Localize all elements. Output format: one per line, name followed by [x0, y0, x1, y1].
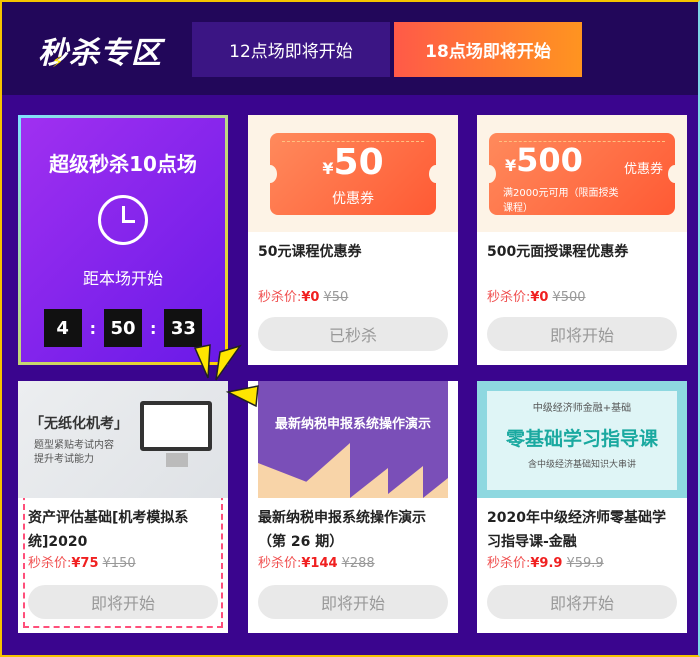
session-title: 超级秒杀10点场 — [49, 152, 197, 176]
coming-soon-button[interactable]: 即将开始 — [258, 585, 448, 619]
original-price: ¥50 — [323, 290, 349, 305]
separator: : — [150, 318, 157, 338]
product-title: 资产评估基础[机考模拟系统]2020 — [28, 510, 189, 550]
image-title: 「无纸化机考」 — [30, 416, 128, 432]
separator: : — [89, 318, 96, 338]
coupon-text: 优惠券 — [332, 191, 374, 207]
coupon-amount: 50 — [333, 142, 384, 183]
product-card[interactable]: 最新纳税申报系统操作演示 最新纳税申报系统操作演示（第 26 期） 秒杀价:¥1… — [248, 381, 458, 633]
countdown-label: 距本场开始 — [82, 269, 163, 288]
product-card[interactable]: 中级经济师金融+基础 零基础学习指导课 含中级经济基础知识大串讲 2020年中级… — [477, 381, 687, 633]
featured-session-card: 超级秒杀10点场 距本场开始 4 : 50 : 33 — [18, 115, 228, 365]
product-image: 中级经济师金融+基础 零基础学习指导课 含中级经济基础知识大串讲 — [477, 381, 687, 498]
image-title: 零基础学习指导课 — [505, 428, 658, 450]
sale-price: ¥75 — [71, 556, 99, 571]
price: 秒杀价:¥75 ¥150 — [18, 552, 228, 571]
coupon-text: 优惠券 — [623, 162, 663, 177]
product-title: 最新纳税申报系统操作演示（第 26 期） — [258, 510, 426, 550]
flash-sale-logo: 秒杀专区 ⚡ — [38, 36, 162, 71]
product-card[interactable]: ¥50 优惠券 50元课程优惠券 秒杀价:¥0 ¥50 已秒杀 — [248, 115, 458, 365]
coupon-amount: 500 — [516, 141, 583, 179]
price: 秒杀价:¥0 ¥500 — [477, 286, 687, 305]
sparkle-icon — [193, 344, 259, 408]
coupon-image: ¥50 优惠券 — [248, 115, 458, 232]
coupon-currency: ¥ — [322, 159, 334, 178]
price-label: 秒杀价: — [487, 290, 531, 305]
image-subtitle: 含中级经济基础知识大串讲 — [527, 460, 636, 470]
product-card-selected[interactable]: 「无纸化机考」 题型紧贴考试内容 提升考试能力 资产评估基础[机考模拟系统]202… — [18, 381, 228, 633]
coming-soon-button[interactable]: 即将开始 — [487, 585, 677, 619]
product-title: 2020年中级经济师零基础学习指导课-金融 — [487, 510, 666, 550]
header: 秒杀专区 ⚡ 12点场即将开始 18点场即将开始 — [2, 2, 698, 95]
sale-price: ¥0 — [530, 290, 549, 305]
original-price: ¥150 — [102, 556, 136, 571]
original-price: ¥59.9 — [566, 556, 604, 571]
sold-out-button[interactable]: 已秒杀 — [258, 317, 448, 351]
countdown-minutes: 50 — [104, 309, 142, 347]
price-label: 秒杀价: — [258, 290, 302, 305]
product-title: 500元面授课程优惠券 — [487, 244, 629, 260]
price: 秒杀价:¥0 ¥50 — [248, 286, 458, 305]
image-title: 最新纳税申报系统操作演示 — [274, 417, 431, 432]
coming-soon-button[interactable]: 即将开始 — [487, 317, 677, 351]
price: 秒杀价:¥144 ¥288 — [248, 552, 458, 571]
price-label: 秒杀价: — [487, 556, 531, 571]
coming-soon-button[interactable]: 即将开始 — [28, 585, 218, 619]
image-subtitle: 提升考试能力 — [34, 454, 94, 465]
price-label: 秒杀价: — [258, 556, 302, 571]
coupon: ¥50 优惠券 — [263, 133, 443, 215]
image-subtitle: 题型紧贴考试内容 — [34, 440, 114, 451]
sale-price: ¥144 — [301, 556, 338, 571]
product-card[interactable]: ¥500 优惠券 满2000元可用（限面授类课程） 500元面授课程优惠券 秒杀价… — [477, 115, 687, 365]
price: 秒杀价:¥9.9 ¥59.9 — [477, 552, 687, 571]
tab-18-session[interactable]: 18点场即将开始 — [394, 22, 582, 77]
coupon: ¥500 优惠券 满2000元可用（限面授类课程） — [482, 133, 682, 215]
coupon-image: ¥500 优惠券 满2000元可用（限面授类课程） — [477, 115, 687, 232]
original-price: ¥288 — [341, 556, 375, 571]
price-label: 秒杀价: — [28, 556, 72, 571]
clock-icon — [98, 195, 148, 245]
image-top-text: 中级经济师金融+基础 — [532, 403, 632, 414]
lightning-icon: ⚡ — [52, 52, 65, 71]
countdown-hours: 4 — [43, 309, 82, 347]
mountain-graphic — [258, 443, 448, 498]
coupon-currency: ¥ — [505, 156, 517, 175]
sale-price: ¥9.9 — [530, 556, 563, 571]
tab-12-session[interactable]: 12点场即将开始 — [192, 22, 390, 77]
original-price: ¥500 — [552, 290, 586, 305]
coupon-note: 满2000元可用（限面授类课程） — [503, 188, 619, 214]
sale-price: ¥0 — [301, 290, 320, 305]
product-image: 最新纳税申报系统操作演示 — [258, 381, 448, 498]
product-title: 50元课程优惠券 — [258, 244, 362, 260]
